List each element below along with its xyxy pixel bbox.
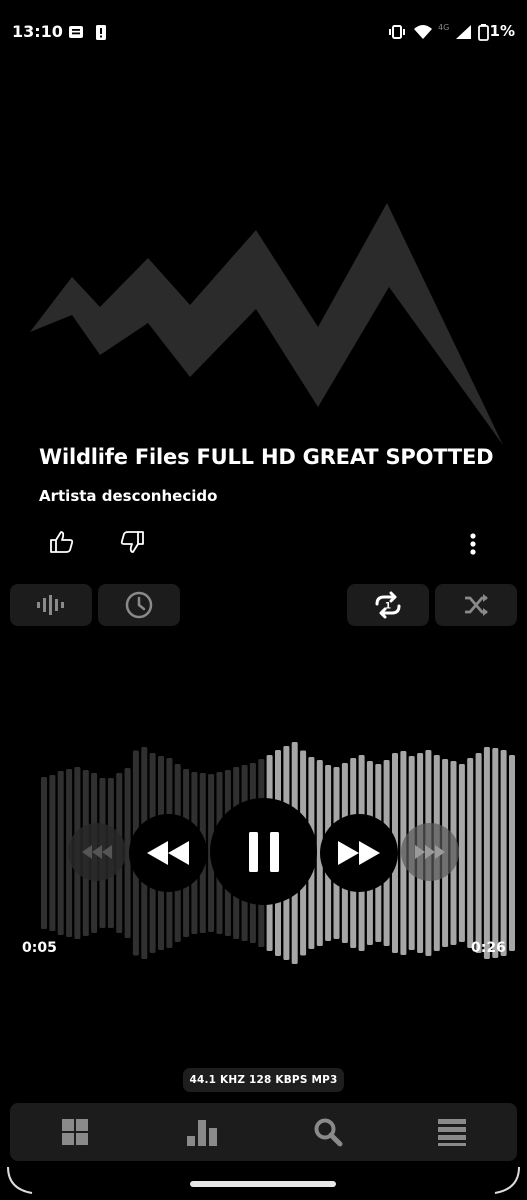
visualizer-button[interactable] (10, 584, 92, 626)
shuffle-icon (465, 594, 488, 616)
fast-forward-button[interactable] (320, 814, 398, 892)
pause-button[interactable] (210, 798, 317, 905)
sleep-timer-button[interactable] (98, 584, 180, 626)
nav-library[interactable] (40, 1103, 110, 1161)
track-artist[interactable]: Artista desconhecido (39, 487, 217, 505)
battery-icon (478, 24, 489, 41)
waveform-bar (57, 771, 64, 935)
seek-forward-button[interactable] (401, 823, 459, 881)
seek-back-button[interactable] (68, 823, 126, 881)
shuffle-button[interactable] (435, 584, 517, 626)
waveform-bar (41, 777, 47, 929)
sleep-timer-icon (125, 591, 153, 619)
repeat-one-icon: 1 (375, 591, 401, 619)
repeat-badge: 1 (385, 602, 391, 612)
waveform-bar (492, 748, 499, 958)
pause-icon (248, 831, 279, 872)
alert-icon (96, 25, 106, 40)
waveform-bar (49, 775, 56, 931)
track-title: Wildlife Files FULL HD GREAT SPOTTED (39, 445, 494, 469)
charts-icon (187, 1120, 217, 1146)
audio-format-badge[interactable]: 44.1 KHZ 128 KBPS MP3 (183, 1068, 344, 1092)
status-time: 13:10 (12, 22, 63, 41)
rewind-icon (147, 841, 189, 865)
notification-icon (69, 26, 83, 38)
fast-forward-icon (338, 841, 380, 865)
album-artwork (30, 203, 503, 445)
queue-icon (438, 1119, 466, 1146)
waveform-bar (500, 750, 507, 956)
vibrate-icon (389, 25, 405, 39)
waveform-bar (475, 753, 482, 953)
waveform-bar (467, 758, 474, 948)
battery-percentage: 1% (489, 22, 515, 40)
repeat-one-button[interactable]: 1 (347, 584, 429, 626)
network-type-label: 4G (438, 23, 450, 32)
waveform-bar (458, 764, 465, 942)
nav-queue[interactable] (417, 1103, 487, 1161)
total-time: 0:26 (471, 940, 506, 956)
search-icon (314, 1118, 343, 1147)
wifi-icon (414, 25, 432, 39)
thumbs-up-icon[interactable] (49, 530, 75, 554)
rewind-button[interactable] (129, 814, 207, 892)
nav-search[interactable] (293, 1103, 363, 1161)
corner-right-decoration (494, 1166, 520, 1194)
home-indicator[interactable] (190, 1181, 336, 1187)
elapsed-time: 0:05 (22, 940, 57, 956)
visualizer-icon (37, 595, 64, 615)
waveform-bar (509, 755, 515, 951)
thumbs-down-icon[interactable] (119, 530, 145, 554)
waveform-bar (483, 747, 490, 959)
seek-back-icon (82, 845, 112, 859)
signal-icon (456, 25, 471, 39)
library-grid-icon (62, 1119, 88, 1145)
seek-forward-icon (415, 845, 445, 859)
corner-left-decoration (7, 1166, 33, 1194)
bottom-navigation (10, 1103, 517, 1161)
more-icon[interactable] (466, 532, 480, 556)
nav-charts[interactable] (167, 1103, 237, 1161)
